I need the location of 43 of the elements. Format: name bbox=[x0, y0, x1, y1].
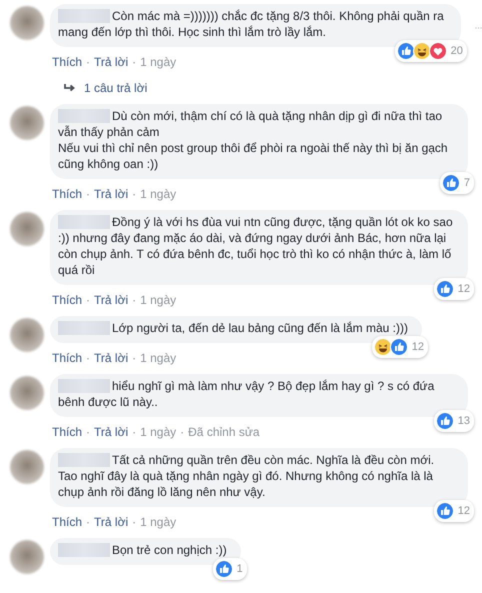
separator-dot: · bbox=[86, 293, 90, 307]
comment-action-link[interactable]: Thích bbox=[52, 55, 82, 69]
avatar[interactable] bbox=[10, 212, 44, 246]
separator-dot: · bbox=[86, 187, 90, 201]
comment-text: hiểu nghĩ gì mà làm như vậy ? Bộ đẹp lắm hay gì ? s có đứa bênh được lũ này.. bbox=[58, 378, 436, 410]
separator-dot: · bbox=[132, 187, 136, 201]
comment-action-link[interactable]: Trả lời bbox=[94, 425, 128, 439]
comment-action-link[interactable]: Thích bbox=[52, 515, 82, 529]
comment-action-link[interactable]: Trả lời bbox=[94, 515, 128, 529]
reply-arrow-icon bbox=[64, 83, 76, 93]
avatar[interactable] bbox=[10, 376, 44, 410]
comment-text: Còn mác mà =))))))) chắc đc tặng 8/3 thôi. Không phải quần ra mang đến lớp thì thôi. Học sinh thì lắm trò lầy lắm. bbox=[58, 8, 445, 40]
separator-dot: · bbox=[86, 55, 90, 69]
avatar[interactable] bbox=[10, 450, 44, 484]
separator-dot: · bbox=[132, 515, 136, 529]
comment-action-link[interactable]: Trả lời bbox=[94, 55, 128, 69]
separator-dot: · bbox=[180, 425, 184, 439]
avatar[interactable] bbox=[10, 6, 44, 40]
separator-dot: · bbox=[132, 55, 136, 69]
comment-action-link[interactable]: Trả lời bbox=[94, 293, 128, 307]
avatar[interactable] bbox=[10, 540, 44, 574]
comment-text: Lớp người ta, đến dẻ lau bảng cũng đến là lắm màu :))) bbox=[111, 320, 408, 336]
comment-text: Đồng ý là với hs đùa vui ntn cũng được, tặng quần lót ok ko sao :)) nhưng đây đang mặc áo dài, và đứng ngay dưới ảnh Bác, hơn nữa lại còn chụp ảnh. T có đứa bênh đc, tuổi học trò thì ko có nhận thức à, làm lố quá rồi bbox=[58, 214, 454, 278]
separator-dot: · bbox=[86, 351, 90, 365]
separator-dot: · bbox=[132, 351, 136, 365]
replies-link[interactable]: 1 câu trả lời bbox=[84, 81, 148, 95]
comment-action-link[interactable]: Thích bbox=[52, 293, 82, 307]
separator-dot: · bbox=[86, 515, 90, 529]
comment-action-link[interactable]: Thích bbox=[52, 351, 82, 365]
comment-action-link[interactable]: Trả lời bbox=[94, 187, 128, 201]
separator-dot: · bbox=[132, 293, 136, 307]
avatar[interactable] bbox=[10, 318, 44, 352]
avatar[interactable] bbox=[10, 106, 44, 140]
comment-text: Dù còn mới, thậm chí có là quà tặng nhân dịp gì đi nữa thì tao vẫn thấy phản cảm Nếu vui thì chỉ nên post group thôi để phòi ra ngoài thế này thì bị ăn gạch cũng không oan :)) bbox=[58, 108, 449, 172]
comment-text: Bọn trẻ con nghịch :)) bbox=[111, 542, 227, 558]
comment-action-link[interactable]: Trả lời bbox=[94, 351, 128, 365]
comment-text: Tất cả những quần trên đều còn mác. Nghĩa là đều còn mới. Tao nghĩ đây là quà tặng nhân ngày gì đó. Nhưng không có nghĩa là là chụp ảnh rồi đăng lồ lăng nên như vậy. bbox=[58, 452, 436, 500]
separator-dot: · bbox=[132, 425, 136, 439]
more-options-icon[interactable] bbox=[474, 26, 482, 30]
separator-dot: · bbox=[86, 425, 90, 439]
comment-action-link[interactable]: Thích bbox=[52, 425, 82, 439]
edited-label: Đã chỉnh sửa bbox=[188, 425, 260, 439]
comment-action-link[interactable]: Thích bbox=[52, 187, 82, 201]
